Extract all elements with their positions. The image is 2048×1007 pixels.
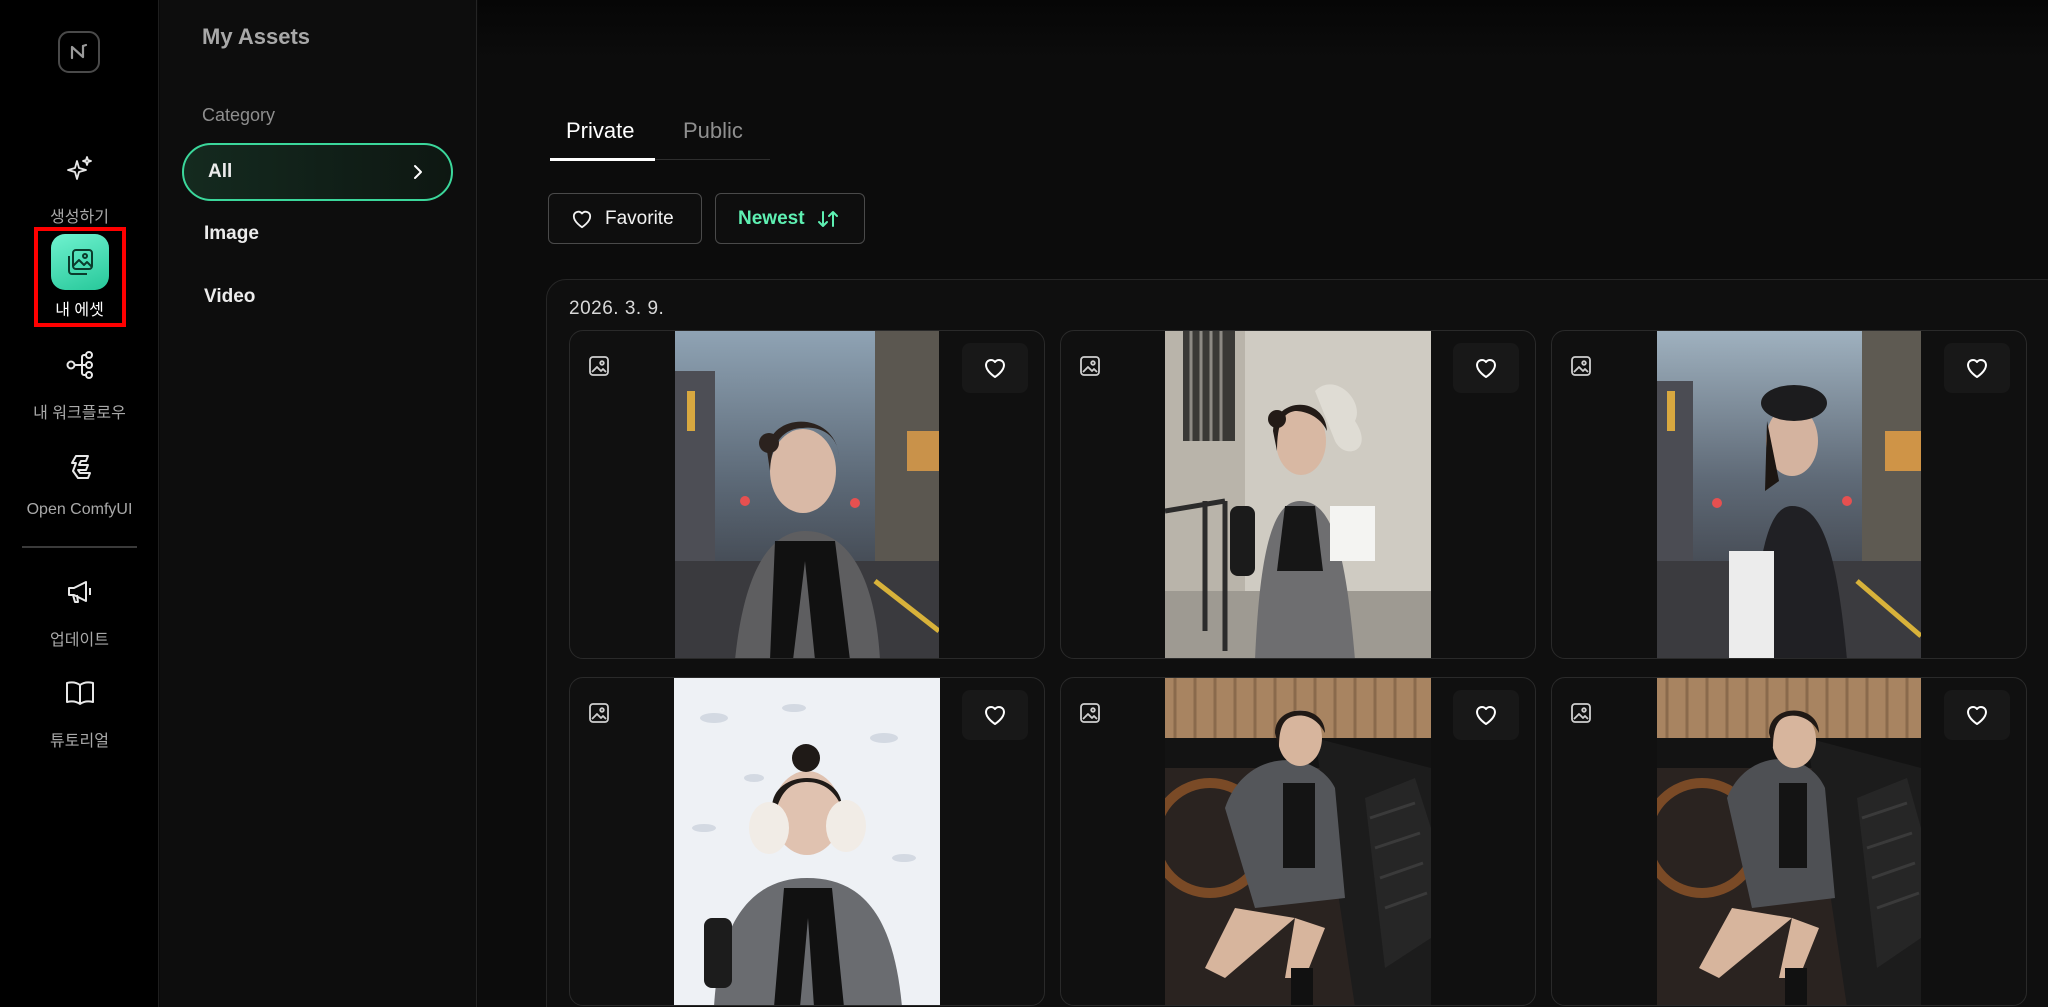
book-icon — [52, 665, 108, 721]
asset-card[interactable] — [569, 677, 1045, 1006]
workflow-icon — [52, 337, 108, 393]
asset-card[interactable] — [1060, 677, 1536, 1006]
asset-card[interactable] — [569, 330, 1045, 659]
image-type-icon — [1568, 700, 1594, 726]
asset-thumbnail[interactable] — [1657, 678, 1921, 1005]
favorite-filter-button[interactable]: Favorite — [548, 193, 702, 244]
sort-arrows-icon — [817, 210, 838, 227]
image-stack-icon — [50, 234, 109, 290]
image-type-icon — [586, 700, 612, 726]
rail-divider — [22, 546, 137, 548]
rail-item-label: Open ComfyUI — [26, 501, 133, 518]
rail-item-label: 업데이트 — [50, 632, 109, 649]
asset-group-panel: 2026. 3. 9. — [546, 279, 2048, 1007]
image-type-icon — [1077, 353, 1103, 379]
asset-card[interactable] — [1551, 677, 2027, 1006]
favorite-toggle[interactable] — [962, 343, 1028, 393]
rail-item-my-assets[interactable]: 내 에셋 — [0, 234, 159, 320]
favorite-toggle[interactable] — [1453, 690, 1519, 740]
category-item-video[interactable]: Video — [182, 268, 453, 326]
rail-item-create[interactable]: 생성하기 — [0, 141, 159, 227]
category-label: All — [208, 161, 233, 182]
heart-icon — [1476, 706, 1496, 725]
rail-item-label: 생성하기 — [50, 209, 109, 226]
favorite-toggle[interactable] — [1944, 690, 2010, 740]
image-type-icon — [586, 353, 612, 379]
rail-item-label: 내 에셋 — [55, 302, 104, 319]
asset-thumbnail[interactable] — [674, 678, 940, 1005]
megaphone-icon — [52, 564, 108, 620]
sidebar-title: My Assets — [202, 24, 311, 49]
tab-private[interactable]: Private — [566, 118, 634, 144]
category-heading: Category — [202, 105, 276, 125]
rail-item-open-comfyui[interactable]: Open ComfyUI — [0, 439, 159, 519]
asset-card[interactable] — [1551, 330, 2027, 659]
asset-card[interactable] — [1060, 330, 1536, 659]
asset-thumbnail[interactable] — [1657, 331, 1921, 658]
rail-item-label: 튜토리얼 — [50, 733, 109, 750]
category-item-all[interactable]: All — [182, 143, 453, 201]
asset-thumbnail[interactable] — [675, 331, 939, 658]
category-label: Image — [204, 223, 259, 244]
rail-item-my-workflow[interactable]: 내 워크플로우 — [0, 337, 159, 423]
favorite-toggle[interactable] — [962, 690, 1028, 740]
rail-item-updates[interactable]: 업데이트 — [0, 564, 159, 650]
favorite-label: Favorite — [605, 207, 674, 229]
visibility-tabs: Private Public — [550, 104, 770, 161]
tab-active-indicator — [550, 158, 655, 161]
rail-item-label: 내 워크플로우 — [33, 405, 126, 422]
heart-icon — [985, 359, 1005, 378]
heart-icon — [1967, 359, 1987, 378]
app-window: 생성하기 내 에셋 내 워크플로우 Open ComfyUI 업데이트 튜토리얼… — [0, 0, 2048, 1007]
image-type-icon — [1077, 700, 1103, 726]
favorite-toggle[interactable] — [1944, 343, 2010, 393]
group-date: 2026. 3. 9. — [569, 298, 665, 319]
sort-newest-button[interactable]: Newest — [715, 193, 865, 244]
comfyui-icon — [52, 439, 108, 495]
rail-item-tutorial[interactable]: 튜토리얼 — [0, 665, 159, 751]
heart-icon — [1967, 706, 1987, 725]
heart-icon — [985, 706, 1005, 725]
asset-thumbnail[interactable] — [1165, 678, 1431, 1005]
icon-rail: 생성하기 내 에셋 내 워크플로우 Open ComfyUI 업데이트 튜토리얼 — [0, 0, 159, 1007]
image-type-icon — [1568, 353, 1594, 379]
heart-outline-icon — [572, 210, 592, 228]
heart-icon — [1476, 359, 1496, 378]
sparkles-icon — [52, 141, 108, 197]
category-label: Video — [204, 286, 256, 307]
category-item-image[interactable]: Image — [182, 205, 453, 263]
favorite-toggle[interactable] — [1453, 343, 1519, 393]
tab-public[interactable]: Public — [683, 118, 743, 144]
category-sidebar: My Assets Category All Image Video — [160, 0, 477, 1007]
app-logo-icon[interactable] — [58, 31, 100, 73]
asset-thumbnail[interactable] — [1165, 331, 1431, 658]
main-content: Private Public Favorite Newest 2026. 3. … — [478, 0, 2048, 1007]
sort-label: Newest — [738, 207, 805, 229]
chevron-right-icon — [414, 165, 422, 179]
